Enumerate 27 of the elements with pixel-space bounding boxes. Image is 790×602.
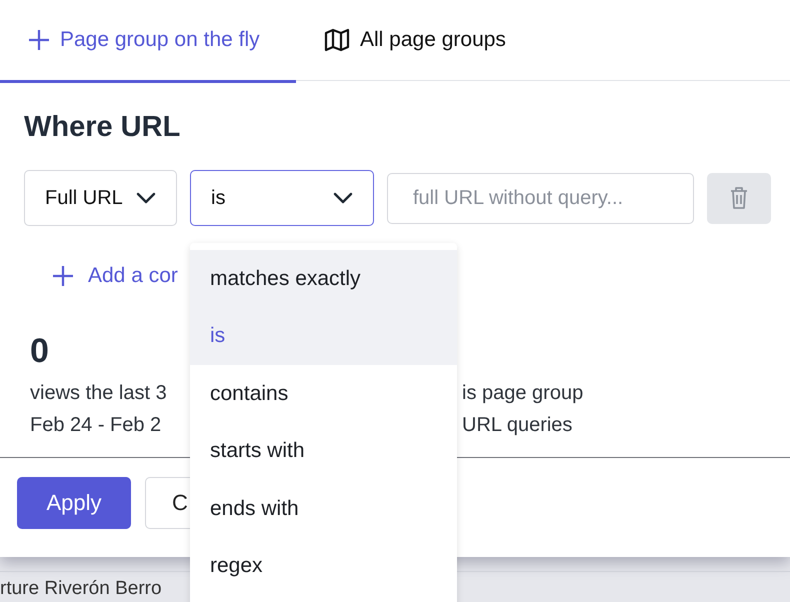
trash-icon (729, 186, 749, 210)
plus-icon (28, 29, 50, 51)
url-input-field[interactable]: full URL without query... (387, 172, 694, 224)
chevron-down-icon (136, 192, 156, 204)
menu-item[interactable]: matches exactly (190, 250, 457, 308)
apply-button[interactable]: Apply (17, 477, 131, 529)
map-icon (324, 28, 350, 52)
view-count: 0 (30, 332, 49, 371)
field-select[interactable]: Full URL (24, 170, 177, 226)
menu-item[interactable]: is (190, 308, 457, 365)
plus-icon (52, 265, 74, 287)
stats-text: Feb 24 - Feb 2 (30, 413, 162, 438)
stats-text: URL queries (462, 413, 572, 438)
menu-item[interactable]: contains (190, 365, 457, 422)
menu-item[interactable]: starts with (190, 422, 457, 480)
tab[interactable]: Page group on the fly (0, 0, 296, 83)
operator-select[interactable]: is (190, 170, 374, 226)
menu-item[interactable]: regex (190, 538, 457, 595)
section-heading: Where URL (24, 111, 182, 144)
tab[interactable]: All page groups (296, 0, 534, 83)
background-text: rture Riverón Berro (0, 578, 162, 600)
add-condition-link[interactable]: Add a cor (52, 264, 178, 288)
delete-button[interactable] (707, 172, 771, 224)
stats-text: is page group (462, 381, 584, 406)
stats-text: views the last 3 (30, 381, 167, 406)
menu-item[interactable]: ends with (190, 480, 457, 538)
chevron-down-icon (333, 192, 353, 204)
